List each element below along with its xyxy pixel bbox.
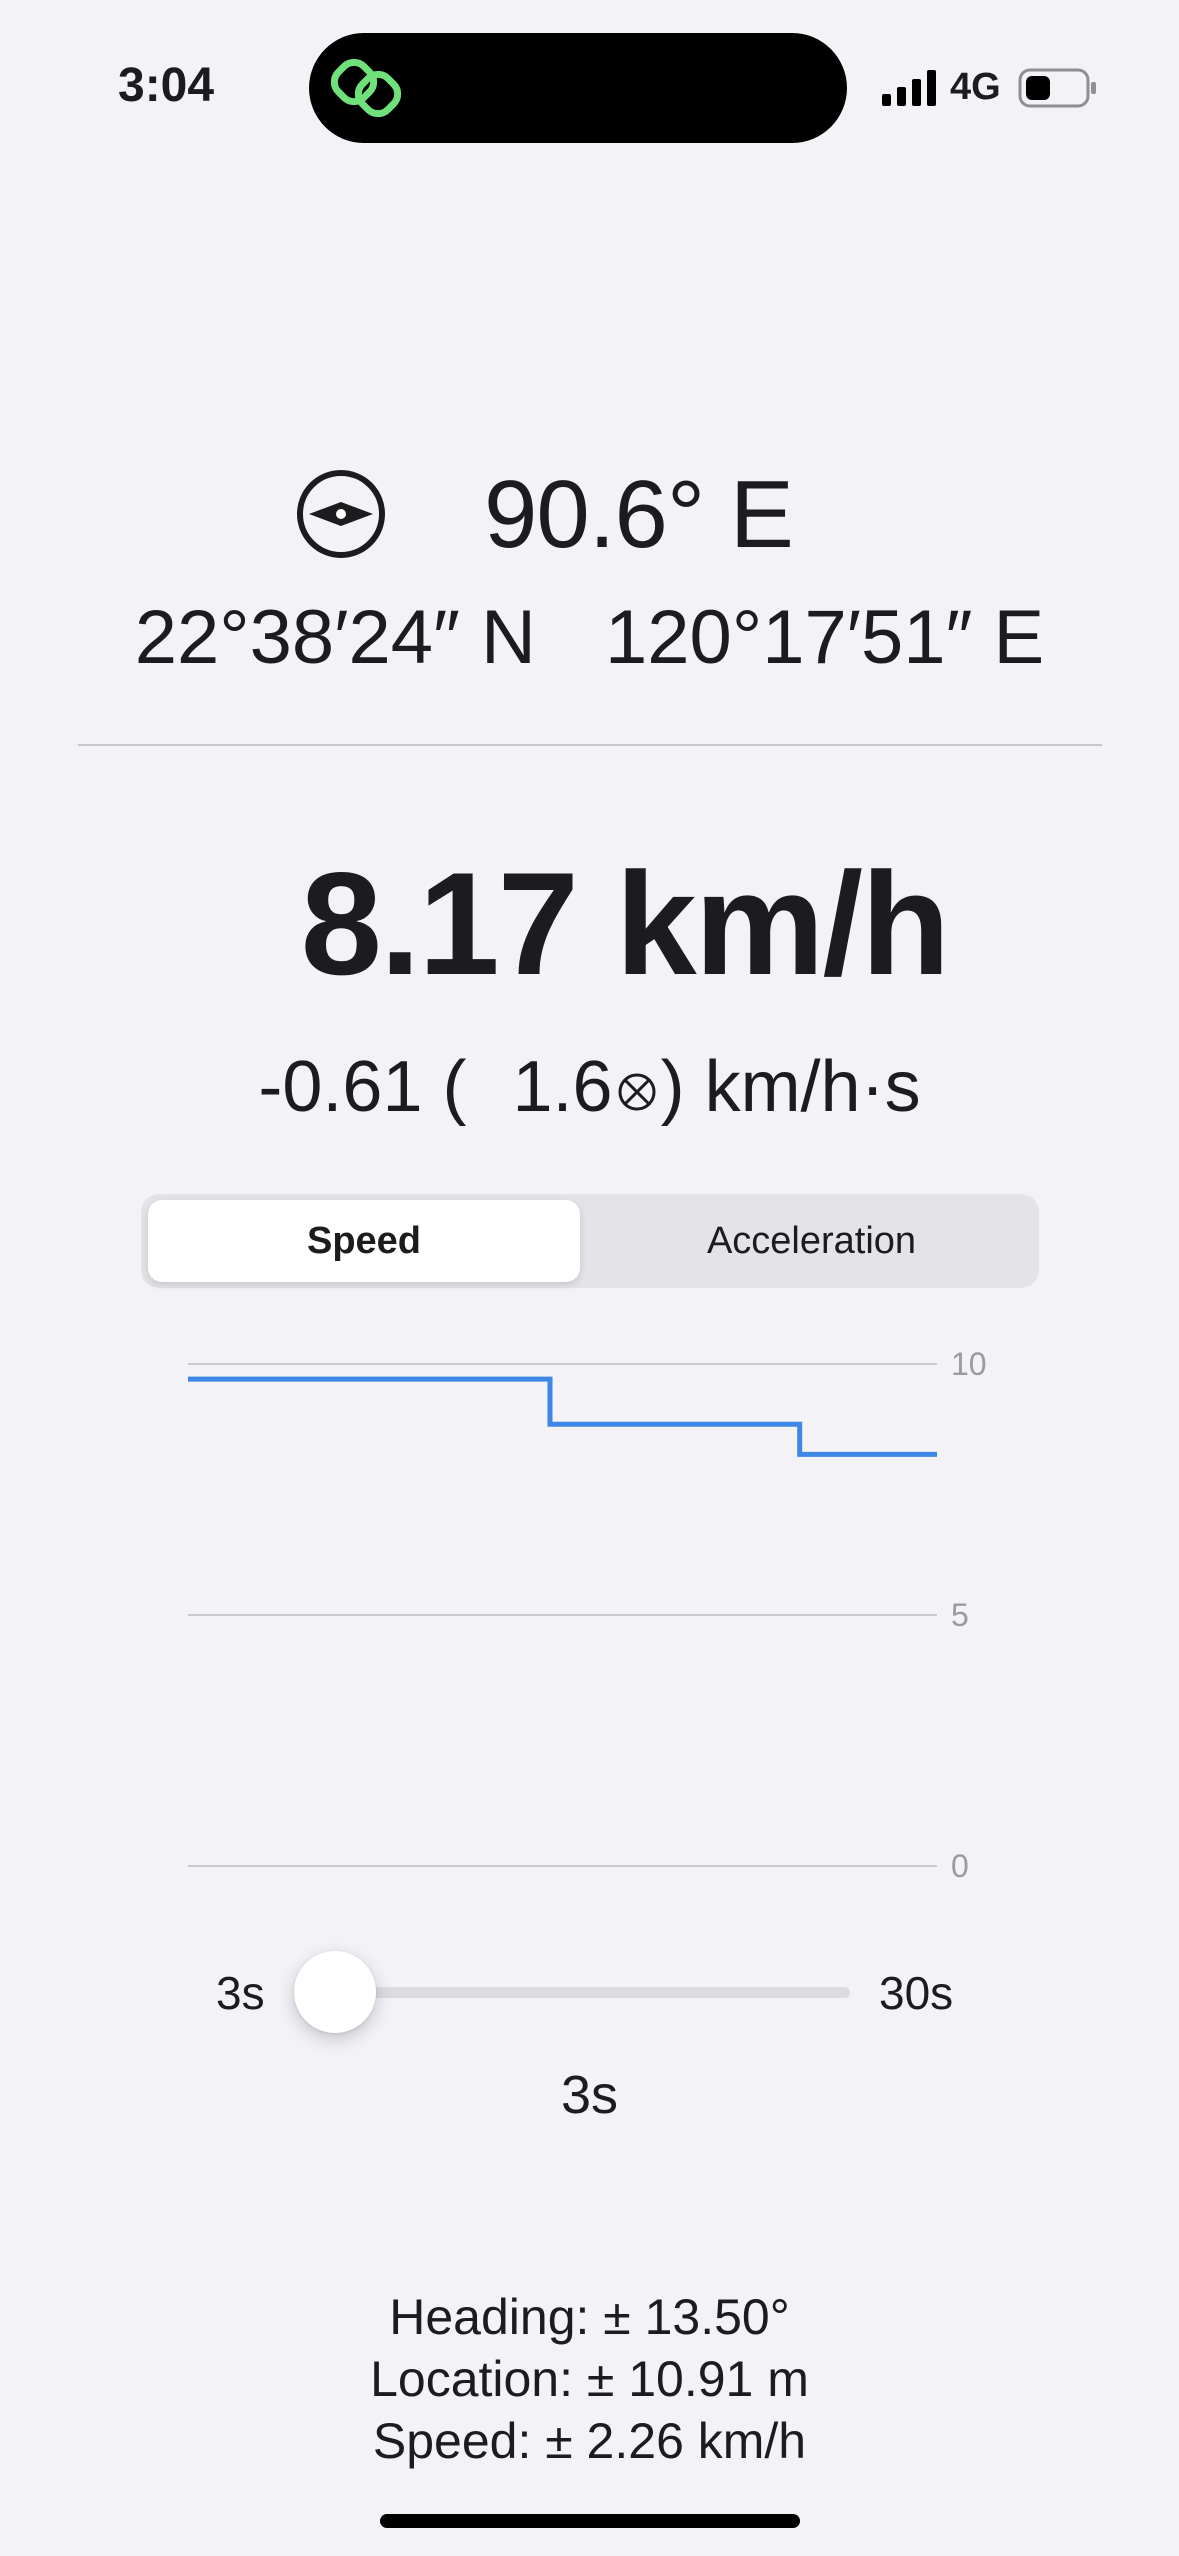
home-indicator[interactable] [380, 2514, 800, 2528]
slider-max-label: 30s [879, 1967, 954, 2019]
y-tick-label: 0 [951, 1848, 969, 1884]
y-tick-label: 10 [951, 1346, 987, 1382]
link-icon [330, 58, 402, 118]
acceleration-angle: 1.6 [512, 1047, 613, 1127]
heading-value: 90.6° E [484, 461, 794, 568]
status-time: 3:04 [118, 59, 215, 112]
network-type: 4G [950, 66, 1001, 108]
signal-icon [882, 70, 936, 106]
latitude: 22°38′24″ N [134, 595, 536, 680]
acceleration-readout: -0.61 ( 1.6 ) km/h·s [0, 1046, 1179, 1128]
acceleration-unit: ) km/h·s [660, 1047, 921, 1127]
acceleration-value: -0.61 ( [258, 1047, 467, 1127]
location-accuracy: Location: ± 10.91 m [370, 2351, 809, 2407]
compass-icon [297, 470, 385, 558]
coordinates: 22°38′24″ N 120°17′51″ E [0, 594, 1179, 681]
speed-series-line [188, 1376, 937, 1457]
speed-value: 8.17 km/h [300, 842, 950, 1005]
slider-min-label: 3s [216, 1967, 265, 2019]
crossed-circle-icon [618, 1073, 656, 1111]
y-tick-label: 5 [951, 1597, 969, 1633]
divider [78, 744, 1102, 746]
window-slider-thumb[interactable] [294, 1951, 376, 2033]
segment-speed[interactable]: Speed [148, 1200, 580, 1282]
battery-icon [1018, 68, 1096, 108]
speed-chart: 10 5 0 [188, 1346, 987, 1884]
heading-accuracy: Heading: ± 13.50° [389, 2289, 790, 2345]
window-slider-track[interactable] [335, 1987, 850, 1998]
longitude: 120°17′51″ E [605, 595, 1045, 680]
segment-acceleration[interactable]: Acceleration [590, 1200, 1033, 1282]
speed-accuracy: Speed: ± 2.26 km/h [372, 2413, 807, 2469]
slider-value-label: 3s [560, 2065, 619, 2125]
